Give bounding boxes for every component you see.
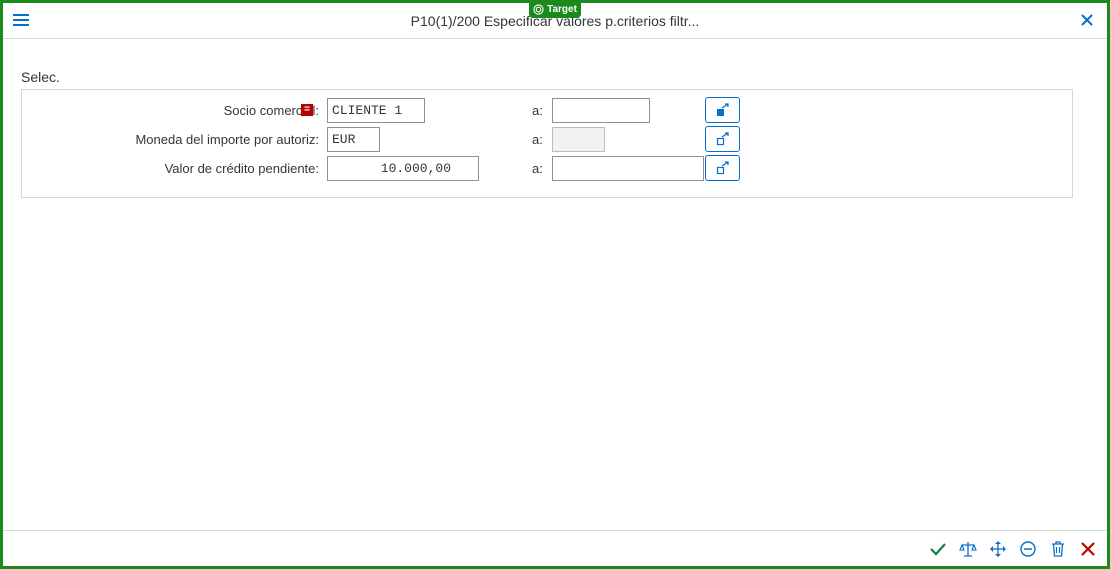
socio-comercial-multiple-selection-button[interactable] [705,97,740,123]
moneda-importe-to-input [552,127,605,152]
close-icon [1081,14,1093,26]
moneda-importe-from-input[interactable]: EUR [327,127,380,152]
valor-credito-from-input[interactable]: 10.000,00 [327,156,479,181]
target-badge-label: Target [547,3,577,15]
footer-toolbar [3,530,1107,566]
multiple-selection-icon [716,132,729,146]
multiple-selection-icon [716,161,729,175]
target-badge: Target [529,0,581,18]
multiple-selection-filled-icon [716,103,729,116]
moneda-importe-label: Moneda del importe por autoriz: [135,132,319,147]
delete-button[interactable] [1048,539,1068,559]
socio-comercial-to-input[interactable] [552,98,650,123]
checkmark-icon [930,543,946,556]
check-entries-button[interactable] [958,539,978,559]
window-frame [0,0,1110,569]
valor-credito-to-input[interactable] [552,156,704,181]
socio-comercial-to-label: a: [532,103,543,118]
balance-scale-icon [959,542,977,557]
move-button[interactable] [988,539,1008,559]
target-icon [533,3,544,15]
close-button[interactable] [1079,12,1095,28]
socio-comercial-from-input[interactable]: CLIENTE 1 [327,98,425,123]
valor-credito-label: Valor de crédito pendiente: [164,161,319,176]
move-arrows-icon [990,541,1006,557]
option-equal-icon[interactable]: = [301,104,313,116]
valor-credito-multiple-selection-button[interactable] [705,155,740,181]
moneda-importe-multiple-selection-button[interactable] [705,126,740,152]
cancel-button[interactable] [1078,539,1098,559]
valor-credito-to-label: a: [532,161,543,176]
trash-icon [1052,541,1064,557]
remove-line-button[interactable] [1018,539,1038,559]
cancel-x-icon [1081,542,1095,556]
accept-button[interactable] [928,539,948,559]
moneda-importe-to-label: a: [532,132,543,147]
minus-circle-icon [1020,541,1036,557]
section-label: Selec. [21,69,60,85]
